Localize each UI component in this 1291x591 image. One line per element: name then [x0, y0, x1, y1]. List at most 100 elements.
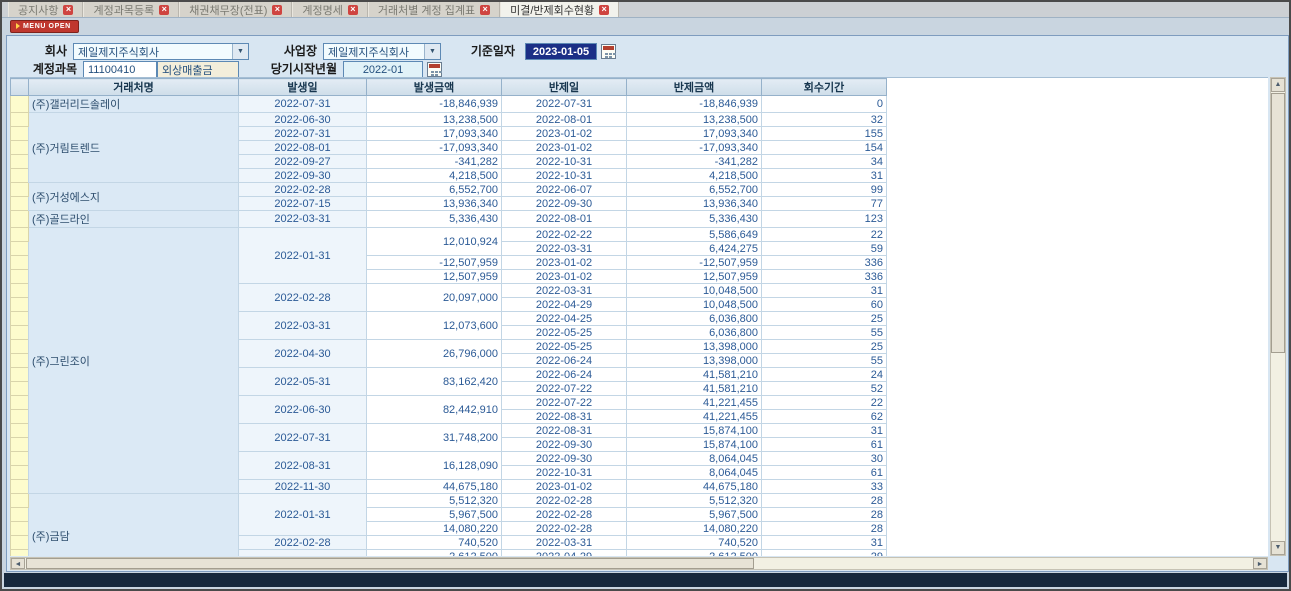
cell-occurrence-amount[interactable]: 13,936,340 — [367, 197, 502, 211]
cell-settlement-amount[interactable]: -17,093,340 — [627, 141, 762, 155]
cell-collection-period[interactable]: 55 — [762, 354, 887, 368]
cell-occurrence-amount[interactable]: 83,162,420 — [367, 368, 502, 396]
scroll-left-icon[interactable]: ◄ — [11, 558, 25, 569]
cell-occurrence-date[interactable]: 2022-01-31 — [239, 228, 367, 284]
cell-settlement-amount[interactable]: 41,221,455 — [627, 396, 762, 410]
row-selector[interactable] — [11, 410, 29, 424]
cell-collection-period[interactable]: 336 — [762, 270, 887, 284]
row-selector[interactable] — [11, 522, 29, 536]
row-selector[interactable] — [11, 113, 29, 127]
tab-0[interactable]: 공지사항× — [8, 2, 83, 17]
row-selector[interactable] — [11, 396, 29, 410]
cell-occurrence-date[interactable]: 2022-07-15 — [239, 197, 367, 211]
cell-occurrence-amount[interactable]: 740,520 — [367, 536, 502, 550]
cell-settlement-date[interactable]: 2022-07-22 — [502, 396, 627, 410]
cell-settlement-amount[interactable]: -18,846,939 — [627, 96, 762, 113]
column-header[interactable]: 발생일 — [239, 79, 367, 96]
cell-occurrence-amount[interactable]: -341,282 — [367, 155, 502, 169]
cell-settlement-date[interactable]: 2023-01-02 — [502, 270, 627, 284]
row-selector[interactable] — [11, 169, 29, 183]
cell-settlement-date[interactable]: 2022-02-28 — [502, 494, 627, 508]
cell-collection-period[interactable]: 31 — [762, 169, 887, 183]
cell-occurrence-date[interactable]: 2022-06-30 — [239, 113, 367, 127]
cell-occurrence-date[interactable]: 2022-04-30 — [239, 340, 367, 368]
cell-customer-name[interactable]: (주)골드라인 — [29, 211, 239, 228]
tab-close-icon[interactable]: × — [63, 5, 73, 15]
cell-settlement-amount[interactable]: 15,874,100 — [627, 438, 762, 452]
cell-collection-period[interactable]: 31 — [762, 424, 887, 438]
cell-occurrence-amount[interactable]: -12,507,959 — [367, 256, 502, 270]
cell-settlement-amount[interactable]: 6,424,275 — [627, 242, 762, 256]
cell-settlement-amount[interactable]: -341,282 — [627, 155, 762, 169]
cell-occurrence-date[interactable]: 2022-07-31 — [239, 96, 367, 113]
cell-settlement-date[interactable]: 2023-01-02 — [502, 256, 627, 270]
cell-occurrence-amount[interactable]: 2,612,500 — [367, 550, 502, 557]
cell-occurrence-amount[interactable]: 12,010,924 — [367, 228, 502, 256]
cell-settlement-amount[interactable]: 13,398,000 — [627, 354, 762, 368]
cell-occurrence-amount[interactable]: 4,218,500 — [367, 169, 502, 183]
cell-settlement-amount[interactable]: 41,581,210 — [627, 368, 762, 382]
row-selector[interactable] — [11, 96, 29, 113]
cell-settlement-date[interactable]: 2023-01-02 — [502, 127, 627, 141]
cell-occurrence-amount[interactable]: 20,097,000 — [367, 284, 502, 312]
row-selector[interactable] — [11, 211, 29, 228]
cell-settlement-amount[interactable]: 6,552,700 — [627, 183, 762, 197]
cell-settlement-date[interactable]: 2022-05-25 — [502, 326, 627, 340]
cell-occurrence-date[interactable]: 2022-09-27 — [239, 155, 367, 169]
horizontal-scroll-thumb[interactable] — [26, 558, 754, 569]
cell-collection-period[interactable]: 55 — [762, 326, 887, 340]
cell-occurrence-date[interactable]: 2022-03-31 — [239, 211, 367, 228]
cell-occurrence-amount[interactable]: 5,512,320 — [367, 494, 502, 508]
row-selector[interactable] — [11, 550, 29, 557]
cell-settlement-date[interactable]: 2022-06-24 — [502, 368, 627, 382]
cell-settlement-date[interactable]: 2022-10-31 — [502, 155, 627, 169]
menu-open-button[interactable]: MENU OPEN — [10, 20, 79, 33]
base-date-input[interactable]: 2023-01-05 — [525, 43, 597, 60]
row-selector[interactable] — [11, 270, 29, 284]
cell-collection-period[interactable]: 60 — [762, 298, 887, 312]
cell-occurrence-amount[interactable]: 82,442,910 — [367, 396, 502, 424]
cell-settlement-amount[interactable]: 17,093,340 — [627, 127, 762, 141]
chevron-down-icon[interactable]: ▼ — [232, 44, 248, 59]
cell-collection-period[interactable]: 99 — [762, 183, 887, 197]
cell-occurrence-amount[interactable]: 12,073,600 — [367, 312, 502, 340]
cell-occurrence-amount[interactable]: 31,748,200 — [367, 424, 502, 452]
cell-collection-period[interactable]: 31 — [762, 536, 887, 550]
cell-occurrence-amount[interactable]: -17,093,340 — [367, 141, 502, 155]
row-selector[interactable] — [11, 197, 29, 211]
horizontal-scrollbar[interactable]: ◄ ► — [10, 557, 1268, 570]
cell-settlement-amount[interactable]: 10,048,500 — [627, 284, 762, 298]
scroll-up-icon[interactable]: ▲ — [1271, 78, 1285, 92]
cell-occurrence-amount[interactable]: 12,507,959 — [367, 270, 502, 284]
cell-settlement-amount[interactable]: 13,936,340 — [627, 197, 762, 211]
cell-settlement-date[interactable]: 2022-03-31 — [502, 536, 627, 550]
cell-settlement-amount[interactable]: 44,675,180 — [627, 480, 762, 494]
cell-occurrence-date[interactable]: 2022-11-30 — [239, 480, 367, 494]
cell-settlement-amount[interactable]: 15,874,100 — [627, 424, 762, 438]
row-selector[interactable] — [11, 183, 29, 197]
cell-occurrence-date[interactable]: 2022-03-31 — [239, 312, 367, 340]
cell-collection-period[interactable]: 336 — [762, 256, 887, 270]
cell-settlement-date[interactable]: 2022-05-25 — [502, 340, 627, 354]
row-selector[interactable] — [11, 228, 29, 242]
cell-settlement-date[interactable]: 2022-03-31 — [502, 242, 627, 256]
row-selector[interactable] — [11, 452, 29, 466]
cell-settlement-date[interactable]: 2022-09-30 — [502, 438, 627, 452]
calendar-icon[interactable] — [427, 62, 442, 77]
cell-occurrence-amount[interactable]: 13,238,500 — [367, 113, 502, 127]
row-selector[interactable] — [11, 326, 29, 340]
cell-collection-period[interactable]: 28 — [762, 508, 887, 522]
cell-settlement-date[interactable]: 2022-04-29 — [502, 550, 627, 557]
row-selector[interactable] — [11, 242, 29, 256]
cell-settlement-amount[interactable]: 5,512,320 — [627, 494, 762, 508]
cell-settlement-amount[interactable]: 10,048,500 — [627, 298, 762, 312]
cell-collection-period[interactable]: 34 — [762, 155, 887, 169]
cell-settlement-amount[interactable]: 2,612,500 — [627, 550, 762, 557]
cell-settlement-date[interactable]: 2023-01-02 — [502, 141, 627, 155]
cell-collection-period[interactable]: 32 — [762, 113, 887, 127]
vertical-scroll-thumb[interactable] — [1271, 93, 1285, 353]
row-selector[interactable] — [11, 536, 29, 550]
row-selector[interactable] — [11, 127, 29, 141]
cell-occurrence-amount[interactable]: 26,796,000 — [367, 340, 502, 368]
row-selector[interactable] — [11, 155, 29, 169]
